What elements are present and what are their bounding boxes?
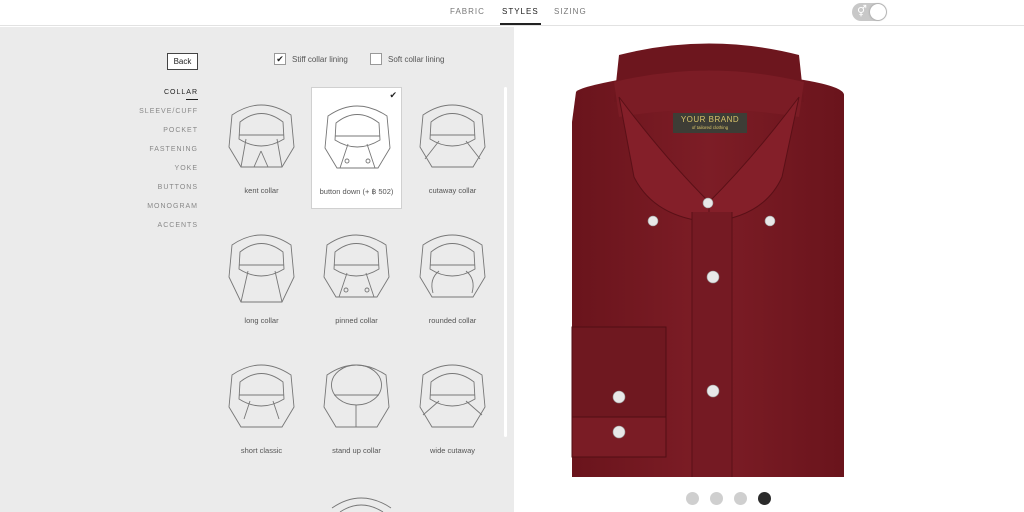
collar-label: long collar bbox=[244, 316, 279, 325]
cutaway-collar-icon bbox=[419, 104, 486, 168]
collar-label: kent collar bbox=[244, 186, 279, 195]
rounded-collar-icon bbox=[419, 234, 486, 298]
collar-label: pinned collar bbox=[335, 316, 378, 325]
collar-tile-short-classic[interactable]: short classic bbox=[216, 347, 307, 469]
collar-tile-rounded[interactable]: rounded collar bbox=[407, 217, 498, 339]
brand-subtitle: of tailored clothing bbox=[691, 125, 729, 130]
sidebar-item-fastening[interactable]: FASTENING bbox=[149, 146, 198, 153]
collar-tile-stand-up[interactable]: stand up collar bbox=[311, 347, 402, 469]
sidebar-item-collar[interactable]: COLLAR bbox=[164, 89, 199, 100]
collar-label: button down (+ ฿ 502) bbox=[319, 187, 394, 196]
soft-lining-label: Soft collar lining bbox=[388, 54, 445, 64]
view-dot-1[interactable] bbox=[686, 492, 699, 505]
tab-styles[interactable]: STYLES bbox=[500, 7, 541, 25]
collar-tile-kent[interactable]: kent collar bbox=[216, 87, 307, 209]
pinned-collar-icon bbox=[323, 234, 390, 298]
collar-label: cutaway collar bbox=[428, 186, 477, 195]
top-nav: FABRIC STYLES SIZING ⚥ bbox=[0, 0, 1024, 26]
button-down-collar-icon bbox=[324, 105, 391, 169]
stiff-lining-checkbox[interactable]: ✔ bbox=[274, 53, 286, 65]
view-dot-2[interactable] bbox=[710, 492, 723, 505]
collar-label: rounded collar bbox=[428, 316, 477, 325]
stiff-lining-label: Stiff collar lining bbox=[292, 54, 348, 64]
stiff-lining-option[interactable]: ✔ Stiff collar lining bbox=[274, 53, 348, 65]
collar-tile-pinned[interactable]: pinned collar bbox=[311, 217, 402, 339]
view-dot-4[interactable] bbox=[758, 492, 771, 505]
collar-label: wide cutaway bbox=[429, 446, 476, 455]
sidebar-item-accents[interactable]: ACCENTS bbox=[158, 222, 198, 229]
styles-panel: Back COLLAR SLEEVE/CUFF POCKET FASTENING… bbox=[0, 27, 514, 512]
sidebar-item-monogram[interactable]: MONOGRAM bbox=[147, 203, 198, 210]
toggle-knob bbox=[870, 4, 886, 20]
sidebar-item-yoke[interactable]: YOKE bbox=[175, 165, 198, 172]
tab-sizing[interactable]: SIZING bbox=[554, 7, 587, 16]
long-collar-icon bbox=[228, 234, 295, 303]
sidebar-item-sleeve-cuff[interactable]: SLEEVE/CUFF bbox=[139, 108, 198, 115]
shirt-preview: YOUR BRAND of tailored clothing bbox=[514, 27, 1024, 512]
collar-tile-cutaway[interactable]: cutaway collar bbox=[407, 87, 498, 209]
kent-collar-icon bbox=[228, 104, 295, 168]
shirt-image bbox=[571, 43, 844, 477]
collar-tile-partial-icon bbox=[331, 497, 392, 512]
collar-tile-long[interactable]: long collar bbox=[216, 217, 307, 339]
stand-up-collar-icon bbox=[323, 364, 390, 428]
view-dot-3[interactable] bbox=[734, 492, 747, 505]
collar-label: short classic bbox=[240, 446, 283, 455]
collar-tile-button-down[interactable]: ✔ button down (+ ฿ 502) bbox=[311, 87, 402, 209]
brand-title: YOUR BRAND bbox=[680, 115, 740, 124]
short-classic-collar-icon bbox=[228, 364, 295, 428]
gender-icon: ⚥ bbox=[857, 6, 867, 18]
collar-tile-wide-cutaway[interactable]: wide cutaway bbox=[407, 347, 498, 469]
tab-fabric[interactable]: FABRIC bbox=[450, 7, 485, 16]
sidebar-item-pocket[interactable]: POCKET bbox=[163, 127, 198, 134]
sidebar-item-buttons[interactable]: BUTTONS bbox=[158, 184, 198, 191]
options-scrollbar[interactable] bbox=[504, 87, 507, 437]
soft-lining-option[interactable]: Soft collar lining bbox=[370, 53, 444, 65]
wide-cutaway-collar-icon bbox=[419, 364, 486, 428]
collar-label: stand up collar bbox=[332, 446, 381, 455]
brand-label: YOUR BRAND of tailored clothing bbox=[673, 113, 747, 133]
soft-lining-checkbox[interactable] bbox=[370, 53, 382, 65]
gender-toggle[interactable]: ⚥ bbox=[852, 3, 887, 21]
back-button[interactable]: Back bbox=[167, 53, 198, 70]
